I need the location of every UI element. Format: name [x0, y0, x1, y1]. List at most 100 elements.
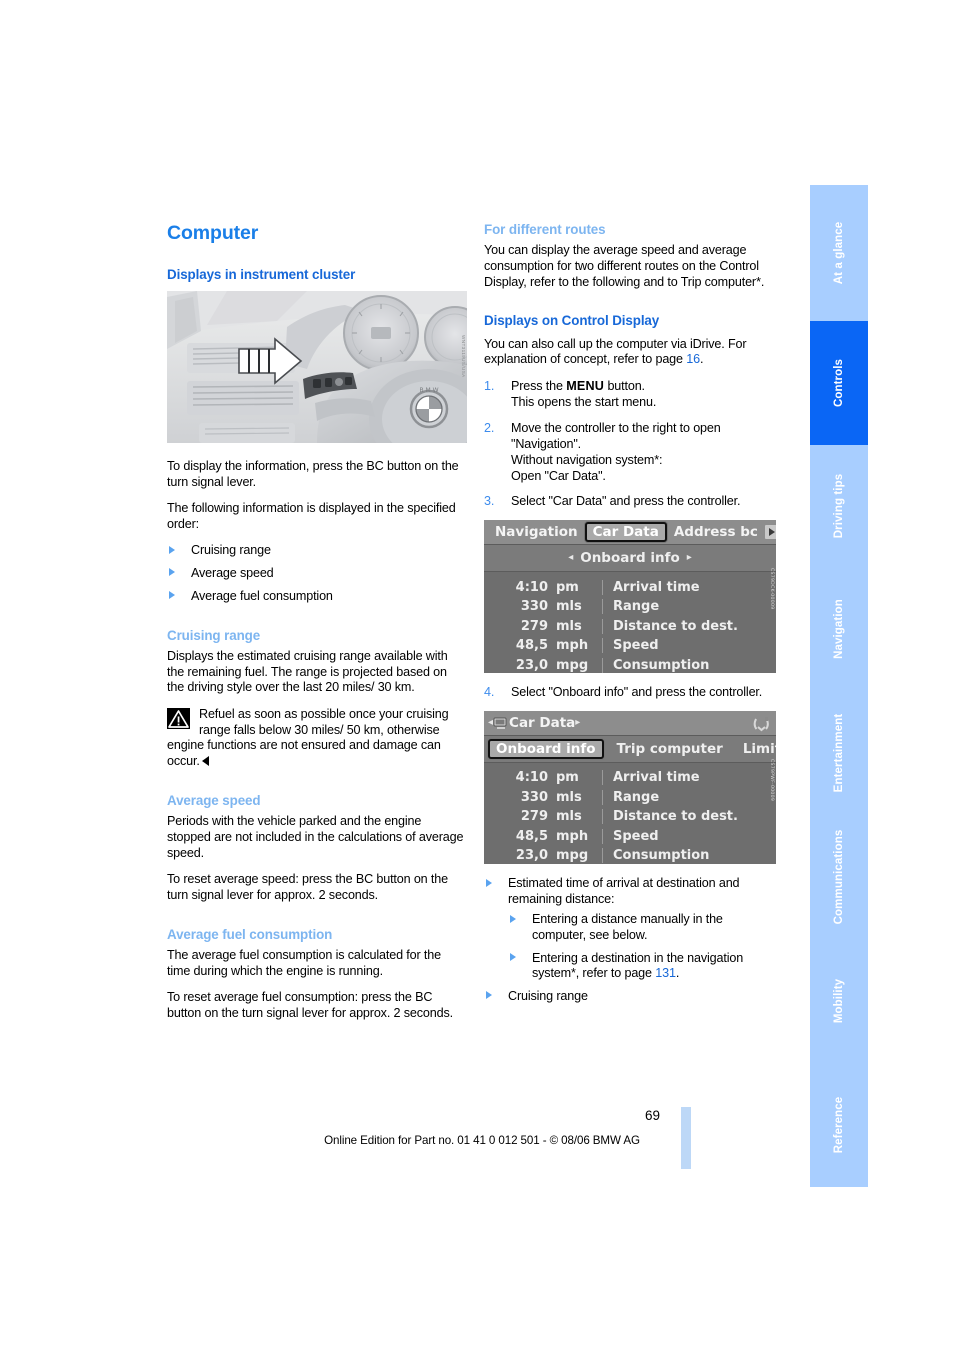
- row-value: 48,5: [515, 638, 548, 654]
- routes-body-tail: .: [760, 275, 765, 290]
- row-unit: pm: [556, 770, 579, 786]
- display-order-list: Cruising range Average speed Average fue…: [167, 543, 467, 604]
- sidebar-item-label: At a glance: [833, 221, 845, 285]
- triangle-bullet-icon: [486, 878, 492, 887]
- sidebar-item-label: Controls: [833, 358, 845, 408]
- idrive-title-label: Car Data: [509, 715, 576, 732]
- heading-average-speed: Average speed: [167, 793, 261, 809]
- list-item: Entering a distance manually in the comp…: [508, 912, 776, 943]
- control-display-intro-text: You can also call up the computer via iD…: [484, 336, 747, 367]
- row-value: 48,5: [515, 828, 548, 844]
- row-label: Arrival time: [602, 770, 776, 786]
- nested-bullets: Entering a distance manually in the comp…: [508, 912, 776, 981]
- idrive-tab-bar: Onboard info Trip computer Limit: [484, 736, 776, 764]
- table-row: 330 mls Range: [484, 788, 776, 808]
- list-item: Average fuel consumption: [167, 589, 467, 605]
- idrive-tab-onboard-info[interactable]: Onboard info: [488, 739, 604, 760]
- idrive-topbar-corner: [764, 524, 776, 541]
- warning-triangle-icon: [167, 707, 190, 729]
- next-arrow-icon[interactable]: ▸: [575, 718, 580, 728]
- sidebar-item-at-a-glance[interactable]: At a glance: [810, 185, 868, 321]
- monitor-icon: [493, 717, 509, 730]
- list-item-label: Entering a distance manually in the comp…: [532, 912, 723, 942]
- sidebar-item-navigation[interactable]: Navigation: [810, 567, 868, 691]
- page-link-131[interactable]: 131: [655, 966, 676, 980]
- routes-body-text: You can display the average speed and av…: [484, 243, 759, 290]
- row-value: 330: [520, 789, 548, 805]
- step-number: 3.: [484, 494, 495, 509]
- warning-text: Refuel as soon as possible once your cru…: [167, 706, 449, 768]
- idrive-data-rows: 4:10 pm Arrival time 330 mls Range 279 m…: [484, 572, 776, 673]
- photo-reference-code: WNT3119US/USA: [461, 335, 466, 378]
- idrive-tab-address-book[interactable]: Address bc: [667, 523, 765, 541]
- idrive-tab-limit[interactable]: Limit: [736, 740, 776, 758]
- sidebar-item-controls[interactable]: Controls: [810, 321, 868, 445]
- row-value: 279: [520, 809, 548, 825]
- control-display-intro: You can also call up the computer via iD…: [484, 337, 776, 368]
- sidebar-item-entertainment[interactable]: Entertainment: [810, 691, 868, 815]
- row-label: Distance to dest.: [602, 618, 776, 634]
- row-value: 4:10: [515, 579, 548, 595]
- heading-average-fuel-consumption: Average fuel consumption: [167, 927, 333, 943]
- triangle-bullet-icon: [510, 914, 516, 923]
- table-row: 4:10 pm Arrival time: [484, 577, 776, 597]
- table-row: 279 mls Distance to dest.: [484, 807, 776, 827]
- sidebar-item-label: Mobility: [833, 978, 845, 1024]
- row-label: Speed: [602, 828, 776, 844]
- step-number: 4.: [484, 685, 495, 700]
- step-text-pre: Press the: [511, 378, 567, 393]
- manual-page: Computer Displays in instrument cluster: [0, 0, 954, 1351]
- info-bullets: Estimated time of arrival at destination…: [484, 876, 776, 1004]
- row-label: Arrival time: [602, 579, 776, 595]
- row-unit: mls: [556, 618, 582, 634]
- row-value: 330: [520, 599, 548, 615]
- sidebar-item-reference[interactable]: Reference: [810, 1063, 868, 1187]
- list-item: Cruising range: [167, 543, 467, 559]
- right-column: For different routes You can display the…: [484, 222, 776, 1011]
- row-unit: pm: [556, 579, 579, 595]
- row-unit: mpg: [556, 657, 589, 673]
- step-text-extra: This opens the start menu.: [511, 394, 657, 409]
- sidebar-item-communications[interactable]: Communications: [810, 815, 868, 939]
- idrive-tab-navigation[interactable]: Navigation: [488, 523, 585, 541]
- list-item-label: Average fuel consumption: [191, 588, 333, 603]
- step-text-post: button.: [604, 378, 645, 393]
- page-number: 69: [644, 1108, 660, 1123]
- table-row: 23,0 mpg Consumption: [484, 846, 776, 864]
- sidebar-item-mobility[interactable]: Mobility: [810, 939, 868, 1063]
- idrive-data-rows: 4:10 pm Arrival time 330 mls Range 279 m…: [484, 763, 776, 864]
- row-unit: mls: [556, 599, 582, 615]
- average-fuel-body-1: The average fuel consumption is calculat…: [167, 948, 441, 978]
- sidebar-item-driving-tips[interactable]: Driving tips: [810, 445, 868, 567]
- row-label: Distance to dest.: [602, 809, 776, 825]
- step-text-pre: Select "Onboard info" and press the cont…: [511, 685, 763, 700]
- sidebar-item-label: Entertainment: [833, 713, 845, 793]
- idrive-tab-trip-computer[interactable]: Trip computer: [610, 740, 730, 758]
- step-item-2: 2. Move the controller to the right to o…: [484, 421, 776, 485]
- step-text-pre: Move the controller to the right to open…: [511, 420, 721, 451]
- row-label: Consumption: [602, 848, 776, 864]
- heading-cruising-range: Cruising range: [167, 628, 261, 644]
- more-tabs-arrow-icon[interactable]: [764, 525, 776, 540]
- row-unit: mph: [556, 638, 589, 654]
- next-arrow-icon[interactable]: ▸: [687, 553, 692, 563]
- chapter-sidebar: At a glance Controls Driving tips Naviga…: [810, 185, 868, 1187]
- idrive-tab-car-data[interactable]: Car Data: [584, 522, 667, 543]
- table-row: 279 mls Distance to dest.: [484, 616, 776, 636]
- edition-footer: Online Edition for Part no. 01 41 0 012 …: [324, 1134, 640, 1147]
- idrive-tab-bar: Navigation Car Data Address bc: [484, 520, 776, 546]
- table-row: 48,5 mph Speed: [484, 636, 776, 656]
- idrive-screenshot-car-data: Navigation Car Data Address bc ◂ Onboard…: [484, 520, 776, 674]
- list-item-label: Cruising range: [191, 543, 271, 558]
- page-link-16[interactable]: 16: [686, 352, 700, 366]
- row-label: Range: [602, 599, 776, 615]
- step-number: 2.: [484, 420, 495, 435]
- left-column: Computer Displays in instrument cluster: [167, 222, 467, 1022]
- list-item: Cruising range: [484, 989, 776, 1005]
- sidebar-item-label: Navigation: [833, 599, 845, 659]
- list-item-label: Average speed: [191, 565, 274, 580]
- triangle-bullet-icon: [486, 991, 492, 1000]
- prev-arrow-icon[interactable]: ◂: [568, 553, 573, 563]
- list-item: Estimated time of arrival at destination…: [484, 876, 776, 982]
- step-text-pre: Select "Car Data" and press the controll…: [511, 494, 741, 509]
